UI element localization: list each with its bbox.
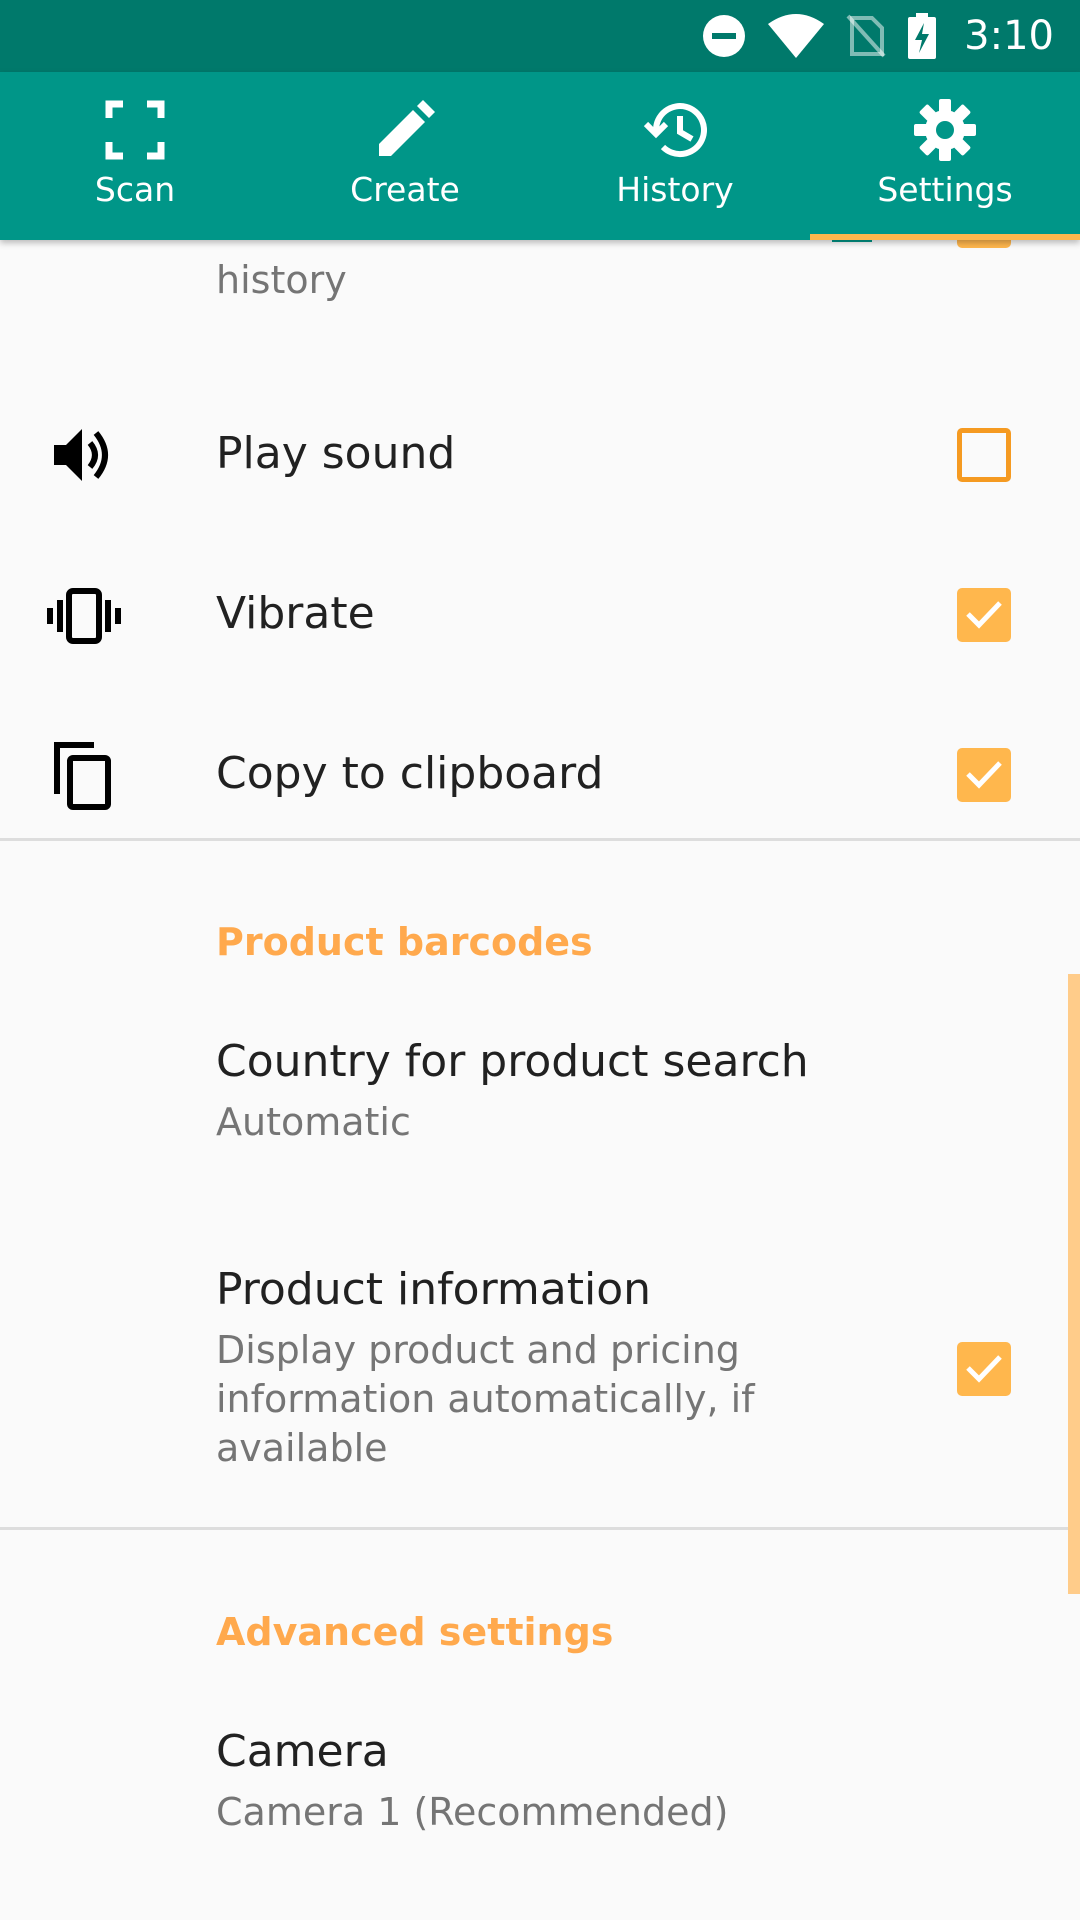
tab-label: Scan [94,170,176,209]
checkbox[interactable] [957,240,1011,248]
setting-title: Vibrate [216,588,375,639]
scrollbar[interactable] [1068,974,1080,1594]
no-sim-icon [846,14,886,58]
setting-subtitle: Display product and pricing information … [216,1328,755,1470]
setting-product-information[interactable]: Product information Display product and … [0,1240,1080,1480]
setting-subtitle: history [216,258,347,302]
setting-title: Product information [216,1264,651,1315]
checkbox[interactable] [957,748,1011,802]
setting-title: Play sound [216,428,456,479]
divider [0,1527,1080,1530]
setting-vibrate[interactable]: Vibrate [0,560,1080,670]
tab-label: Settings [877,170,1013,209]
checkmark-icon [966,761,1002,789]
volume-icon [44,415,124,495]
setting-value: Camera 1 (Recommended) [216,1790,729,1834]
setting-title: Copy to clipboard [216,748,604,799]
setting-duplicate-history[interactable]: history [0,240,1080,340]
copy-icon [44,736,124,816]
history-icon [643,103,707,158]
wifi-icon [768,14,825,58]
tab-history[interactable]: History [540,72,810,240]
status-bar: 3:10 [0,0,1080,72]
divider [0,838,1080,841]
tab-scan[interactable]: Scan [0,72,270,240]
settings-list[interactable]: history Play sound Vibrate Copy to clipb… [0,240,1080,1920]
gear-icon [914,99,976,161]
setting-play-sound[interactable]: Play sound [0,400,1080,510]
tab-label: Create [350,170,460,209]
tab-create[interactable]: Create [270,72,540,240]
section-header-advanced-settings: Advanced settings [216,1610,614,1654]
checkbox[interactable] [957,588,1011,642]
setting-title: Country for product search [216,1036,809,1087]
status-time: 3:10 [964,13,1054,59]
pencil-icon [379,100,435,156]
section-header-product-barcodes: Product barcodes [216,920,593,964]
setting-copy-clipboard[interactable]: Copy to clipboard [0,720,1080,830]
setting-country-product-search[interactable]: Country for product search Automatic [0,1030,1080,1180]
do-not-disturb-icon [703,15,746,57]
checkbox[interactable] [957,428,1011,482]
checkmark-icon [966,1355,1002,1383]
setting-camera[interactable]: Camera Camera 1 (Recommended) [0,1720,1080,1870]
active-tab-indicator [810,234,1080,240]
drag-handle-icon [832,240,872,242]
checkbox[interactable] [957,1342,1011,1396]
tab-label: History [616,170,734,209]
battery-charging-icon [908,13,937,59]
setting-title: Camera [216,1726,389,1777]
scan-frame-icon [105,100,165,160]
vibrate-icon [44,576,124,656]
checkmark-icon [966,601,1002,629]
setting-value: Automatic [216,1100,411,1144]
tab-settings[interactable]: Settings [810,72,1080,240]
top-tab-bar: Scan Create History Settings [0,72,1080,240]
